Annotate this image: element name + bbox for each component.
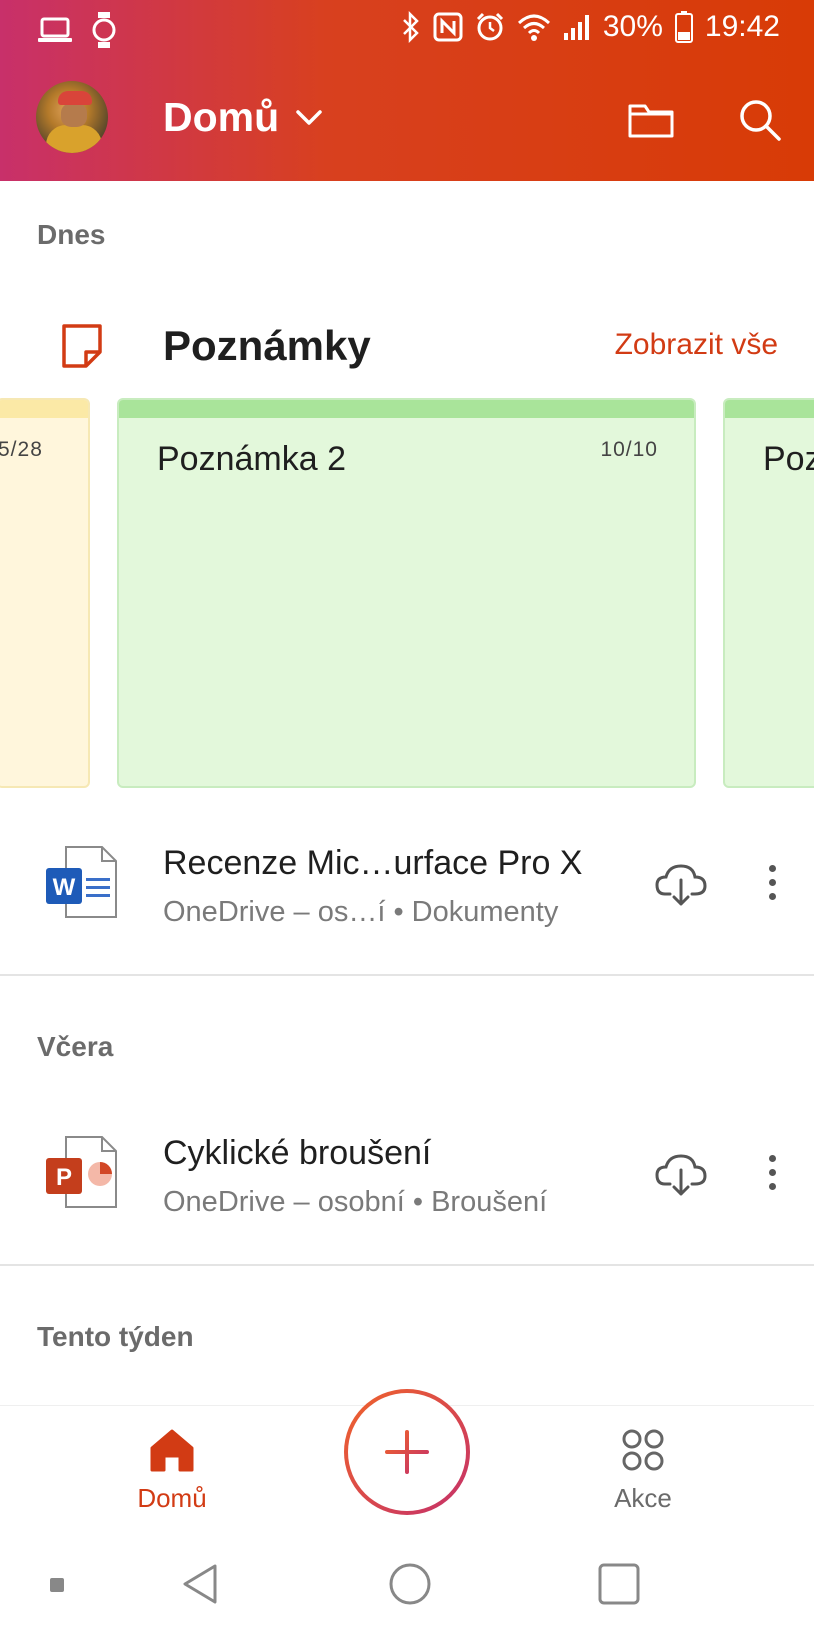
overview-square-icon[interactable] (598, 1563, 640, 1605)
smartwatch-icon (92, 12, 116, 48)
wifi-icon (517, 14, 550, 41)
file-name: Cyklické broušení (163, 1134, 432, 1172)
note-date: 5/28 (0, 438, 43, 461)
note-card[interactable]: Poznámka 2 10/10 (117, 398, 696, 788)
chevron-down-icon (296, 109, 322, 125)
cloud-download-icon[interactable] (655, 1150, 707, 1198)
notes-header: Poznámky Zobrazit vše (0, 312, 814, 376)
section-this-week: Tento týden (37, 1321, 194, 1352)
powerpoint-file-icon: P (46, 1136, 117, 1208)
nav-actions[interactable]: Akce (573, 1428, 713, 1514)
system-nav-bar (0, 1540, 814, 1628)
more-options-button[interactable] (752, 1146, 792, 1198)
section-today: Dnes (37, 219, 106, 250)
nav-home[interactable]: Domů (102, 1428, 242, 1514)
word-file-icon: W (46, 846, 117, 918)
create-new-button[interactable] (344, 1389, 470, 1515)
home-circle-icon[interactable] (388, 1562, 432, 1606)
search-icon (740, 100, 781, 141)
recent-apps-dot-icon (50, 1578, 64, 1592)
file-location: OneDrive – os…í • Dokumenty (163, 896, 559, 928)
note-card[interactable]: 5/28 (0, 398, 90, 788)
bluetooth-icon (402, 11, 419, 43)
svg-text:P: P (56, 1164, 72, 1191)
plus-icon (385, 1430, 429, 1474)
file-location: OneDrive – osobní • Broušení (163, 1186, 548, 1218)
laptop-icon (38, 17, 72, 42)
alarm-icon (476, 12, 503, 41)
folder-icon (628, 104, 674, 138)
file-row[interactable]: P Cyklické broušení OneDrive – osobní • … (0, 1116, 814, 1236)
nav-home-label: Domů (137, 1483, 207, 1513)
note-date: 10/10 (600, 438, 658, 461)
clock: 19:42 (704, 10, 780, 43)
location-switcher[interactable]: Domů (163, 94, 323, 141)
nav-actions-label: Akce (614, 1483, 672, 1513)
show-all-notes-link[interactable]: Zobrazit vše (615, 328, 778, 362)
notes-title: Poznámky (163, 322, 371, 369)
search-button[interactable] (734, 94, 786, 146)
back-icon[interactable] (181, 1562, 221, 1606)
signal-icon (563, 15, 589, 40)
file-name: Recenze Mic…urface Pro X (163, 844, 583, 882)
cloud-download-icon[interactable] (655, 860, 707, 908)
avatar[interactable] (36, 81, 108, 153)
sticky-note-icon (62, 324, 102, 368)
svg-text:W: W (53, 874, 76, 901)
actions-grid-icon (622, 1429, 664, 1471)
page-title: Domů (163, 94, 280, 140)
app-header: 30% 19:42 Domů (0, 0, 814, 181)
battery-icon (674, 11, 693, 43)
divider (0, 974, 814, 976)
more-options-button[interactable] (752, 856, 792, 908)
note-title: Poz (763, 440, 814, 478)
note-card[interactable]: Poz (723, 398, 814, 788)
section-yesterday: Včera (37, 1031, 114, 1062)
file-row[interactable]: W Recenze Mic…urface Pro X OneDrive – os… (0, 826, 814, 946)
battery-percent: 30% (602, 10, 663, 43)
nfc-icon (433, 12, 463, 42)
divider (0, 1264, 814, 1266)
home-icon (150, 1429, 194, 1472)
note-title: Poznámka 2 (157, 440, 346, 478)
open-folder-button[interactable] (625, 94, 677, 146)
status-bar: 30% 19:42 (0, 0, 814, 56)
